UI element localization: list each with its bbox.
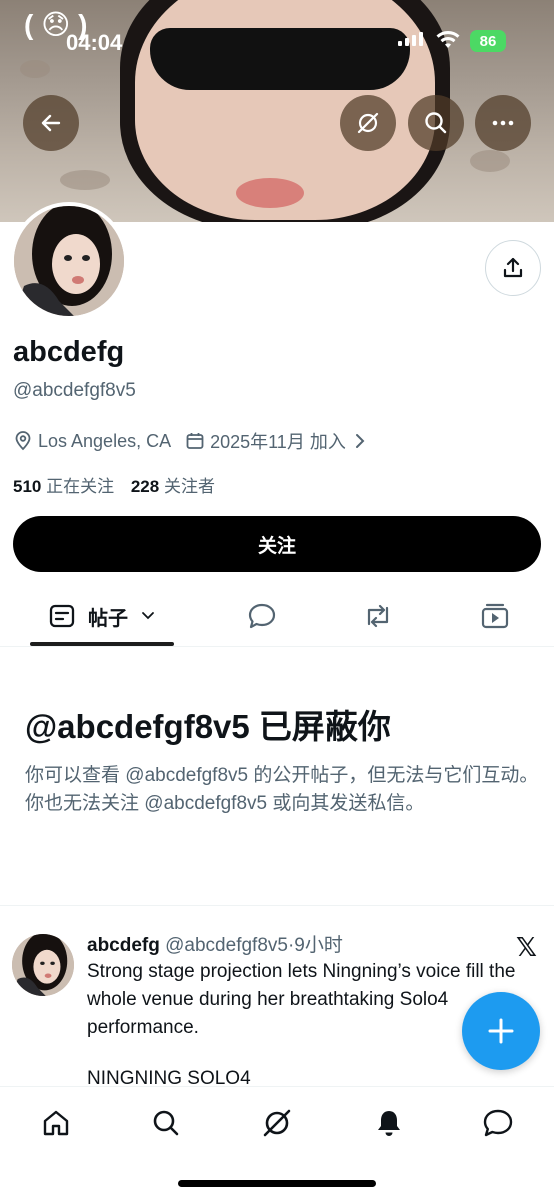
profile-location: Los Angeles, CA [38,430,172,451]
tab-posts-label: 帖子 [88,607,128,630]
profile-avatar[interactable] [10,202,128,320]
compose-button[interactable] [462,992,540,1070]
nav-messages[interactable] [478,1103,518,1143]
back-button[interactable] [23,95,79,151]
divider [0,905,554,906]
repost-icon [367,604,389,628]
tab-replies[interactable] [232,588,292,644]
battery-indicator: 86 [470,30,506,52]
signal-icon [398,32,423,46]
message-icon [483,1109,513,1137]
post-avatar[interactable] [12,934,74,996]
nav-notifications[interactable] [369,1103,409,1143]
following-link[interactable]: 510 正在关注 [13,477,114,496]
post-handle-time: @abcdefgf8v5·9小时 [165,935,343,956]
posts-icon [49,604,75,628]
home-indicator [178,1180,376,1187]
more-icon [492,120,514,126]
tab-media[interactable] [465,588,525,644]
profile-handle: @abcdefgf8v5 [13,380,136,401]
blocked-title: @abcdefgf8v5 已屏蔽你 [25,708,391,745]
share-button[interactable] [485,240,541,296]
follow-button[interactable]: 关注 [13,516,541,572]
more-button[interactable] [475,95,531,151]
search-icon [425,112,447,134]
calendar-icon [185,431,205,451]
plus-icon [488,1018,514,1044]
nav-search[interactable] [146,1103,186,1143]
bell-icon [378,1111,400,1136]
chevron-right-icon[interactable] [354,433,366,449]
nav-home[interactable] [36,1103,76,1143]
profile-tabs: 帖子 [0,588,554,647]
location-icon [13,431,33,451]
grok-icon [263,1109,291,1137]
chevron-down-icon [142,612,154,620]
arrow-left-icon [41,114,61,132]
followers-link[interactable]: 228 关注者 [131,477,215,496]
display-name: abcdefg [13,336,125,368]
home-icon [43,1110,69,1136]
search-icon [153,1110,179,1136]
media-icon [481,603,509,629]
post-author-name[interactable]: abcdefg [87,935,160,956]
reply-icon [248,603,276,629]
avatar-image [12,934,74,996]
nav-grok[interactable] [257,1103,297,1143]
share-icon [503,257,523,278]
grok-button[interactable] [340,95,396,151]
avatar-image [14,206,124,316]
profile-meta: Los Angeles, CA 2025年11月 加入 [13,428,371,454]
profile-joined[interactable]: 2025年11月 加入 [210,428,346,454]
status-bar: ( 😞 ) 04:04 86 [0,0,554,80]
tab-reposts[interactable] [348,588,408,644]
blocked-description: 你可以查看 @abcdefgf8v5 的公开帖子，但无法与它们互动。你也无法关注… [25,765,539,814]
follow-stats: 510 正在关注 228 关注者 [13,472,215,497]
post-header: abcdefg @abcdefgf8v5·9小时 [87,930,343,957]
status-time: 04:04 [66,30,123,55]
grok-icon [357,112,379,134]
active-tab-indicator [30,642,174,646]
wifi-icon [436,31,460,48]
tab-posts[interactable]: 帖子 [30,588,174,644]
search-button[interactable] [408,95,464,151]
